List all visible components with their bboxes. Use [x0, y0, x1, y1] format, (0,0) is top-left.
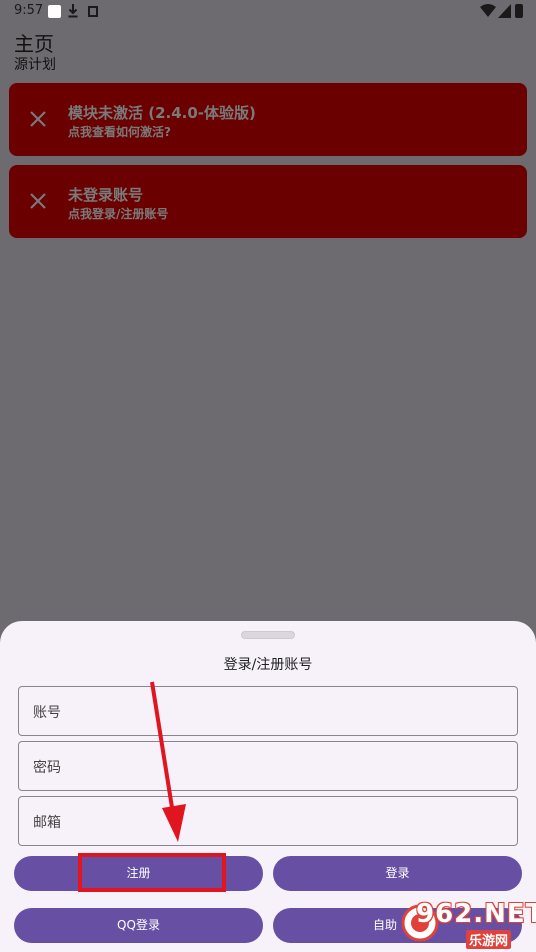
signal-icon [498, 4, 511, 18]
status-bar: 9:57 [0, 0, 536, 24]
not-logged-in-alert[interactable]: 未登录账号 点我登录/注册账号 [9, 165, 527, 238]
alert-subtitle: 点我查看如何激活? [68, 125, 171, 139]
password-field[interactable]: 密码 [18, 741, 518, 791]
watermark: 962.NET 乐游网 [396, 897, 536, 952]
account-field[interactable]: 账号 [18, 686, 518, 736]
account-placeholder: 账号 [33, 705, 61, 721]
qq-login-button[interactable]: QQ登录 [14, 908, 263, 943]
status-time: 9:57 [14, 3, 44, 18]
notification-square-icon [48, 5, 61, 18]
password-placeholder: 密码 [33, 760, 61, 776]
login-button[interactable]: 登录 [273, 856, 522, 891]
sheet-title: 登录/注册账号 [223, 657, 313, 673]
wifi-icon [480, 4, 496, 17]
app-notification-icon [88, 6, 98, 17]
battery-icon [515, 4, 523, 18]
close-icon [30, 111, 46, 127]
email-field[interactable]: 邮箱 [18, 796, 518, 846]
watermark-text: 962.NET [416, 899, 536, 929]
register-highlight-box [78, 853, 226, 892]
red-arrow-annotation [150, 681, 186, 842]
page-subtitle: 源计划 [14, 57, 56, 73]
alert-title: 模块未激活 (2.4.0-体验版) [68, 104, 256, 122]
alert-title: 未登录账号 [68, 186, 144, 204]
watermark-sub: 乐游网 [466, 930, 512, 949]
alert-subtitle: 点我登录/注册账号 [68, 207, 169, 221]
close-icon [30, 193, 46, 209]
email-placeholder: 邮箱 [33, 815, 61, 831]
drag-handle[interactable] [241, 631, 295, 639]
download-icon [68, 4, 78, 18]
module-inactive-alert[interactable]: 模块未激活 (2.4.0-体验版) 点我查看如何激活? [9, 83, 527, 156]
page-title: 主页 [14, 32, 54, 56]
